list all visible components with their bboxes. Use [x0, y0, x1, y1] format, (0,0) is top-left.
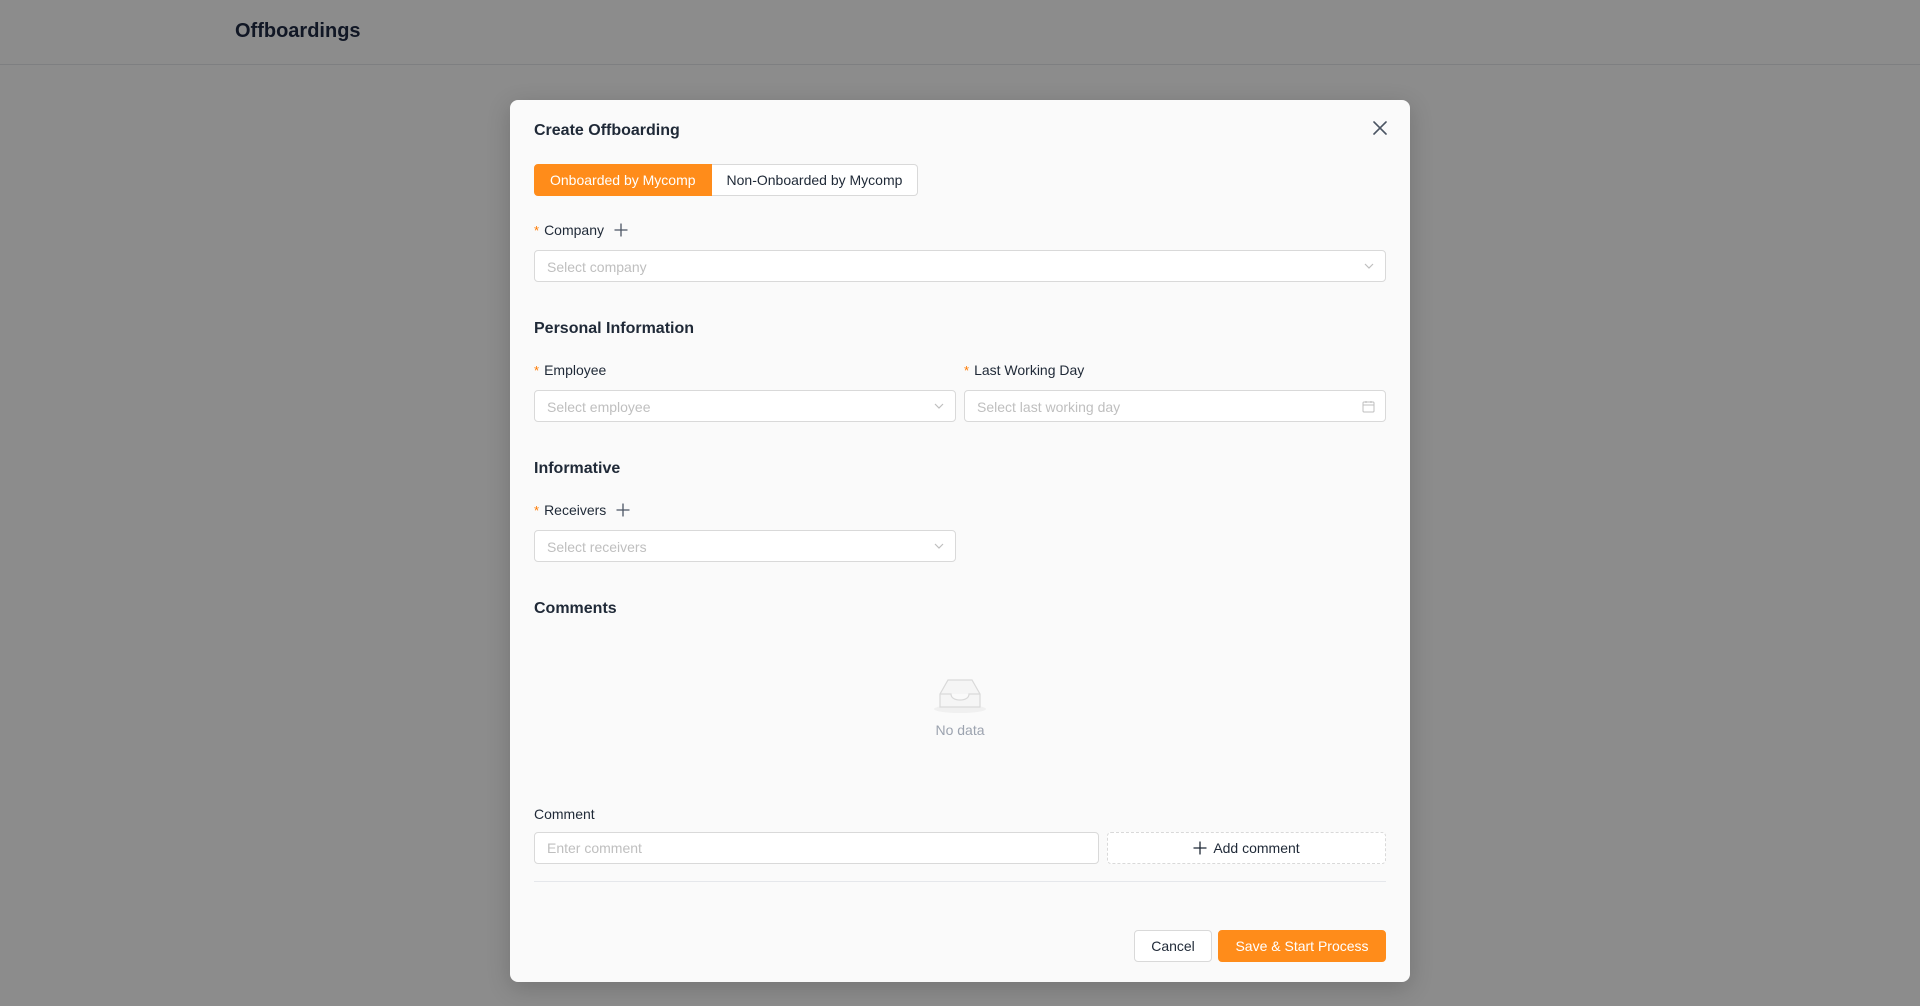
close-icon [1373, 121, 1387, 135]
cancel-button[interactable]: Cancel [1134, 930, 1212, 962]
receivers-select-placeholder: Select receivers [547, 539, 647, 555]
informative-title: Informative [534, 460, 621, 477]
chevron-down-icon [933, 540, 945, 552]
company-select-placeholder: Select company [547, 259, 647, 275]
employee-label-text: Employee [544, 362, 607, 378]
tab-onboarded-by-mycomp[interactable]: Onboarded by Mycomp [534, 164, 712, 196]
empty-text: No data [935, 722, 985, 738]
comments-empty-state: No data [510, 674, 1410, 754]
required-mark: * [534, 502, 540, 518]
plus-icon [614, 223, 628, 237]
comments-title: Comments [534, 600, 617, 617]
company-label: * Company [534, 222, 628, 238]
add-comment-button[interactable]: Add comment [1107, 832, 1386, 864]
chevron-down-icon [933, 400, 945, 412]
receivers-label-text: Receivers [544, 502, 607, 518]
employee-select[interactable]: Select employee [534, 390, 956, 422]
comment-label: Comment [534, 806, 595, 822]
footer-divider [534, 881, 1386, 882]
last-working-day-label-text: Last Working Day [974, 362, 1085, 378]
tab-non-onboarded-by-mycomp[interactable]: Non-Onboarded by Mycomp [711, 164, 919, 196]
save-start-process-button[interactable]: Save & Start Process [1218, 930, 1386, 962]
required-mark: * [964, 362, 970, 378]
empty-inbox-icon [934, 679, 986, 713]
add-comment-label: Add comment [1213, 840, 1300, 856]
add-receiver-button[interactable] [616, 503, 630, 517]
personal-information-title: Personal Information [534, 320, 695, 337]
onboarding-type-toggle: Onboarded by Mycomp Non-Onboarded by Myc… [534, 164, 919, 196]
last-working-day-picker[interactable]: Select last working day [964, 390, 1386, 422]
company-label-text: Company [544, 222, 604, 238]
close-button[interactable] [1368, 116, 1392, 140]
required-mark: * [534, 362, 540, 378]
calendar-icon [1362, 400, 1375, 413]
plus-icon [616, 503, 630, 517]
last-working-day-label: * Last Working Day [964, 362, 1084, 378]
comment-input[interactable] [534, 832, 1099, 864]
plus-icon [1193, 841, 1207, 855]
receivers-label: * Receivers [534, 502, 630, 518]
company-select[interactable]: Select company [534, 250, 1386, 282]
create-offboarding-modal: Create Offboarding Onboarded by Mycomp N… [510, 100, 1410, 982]
employee-label: * Employee [534, 362, 606, 378]
receivers-select[interactable]: Select receivers [534, 530, 956, 562]
modal-title: Create Offboarding [534, 122, 680, 139]
chevron-down-icon [1363, 260, 1375, 272]
last-working-day-placeholder: Select last working day [977, 399, 1121, 415]
comment-label-text: Comment [534, 806, 595, 822]
add-company-button[interactable] [614, 223, 628, 237]
employee-select-placeholder: Select employee [547, 399, 651, 415]
required-mark: * [534, 222, 540, 238]
